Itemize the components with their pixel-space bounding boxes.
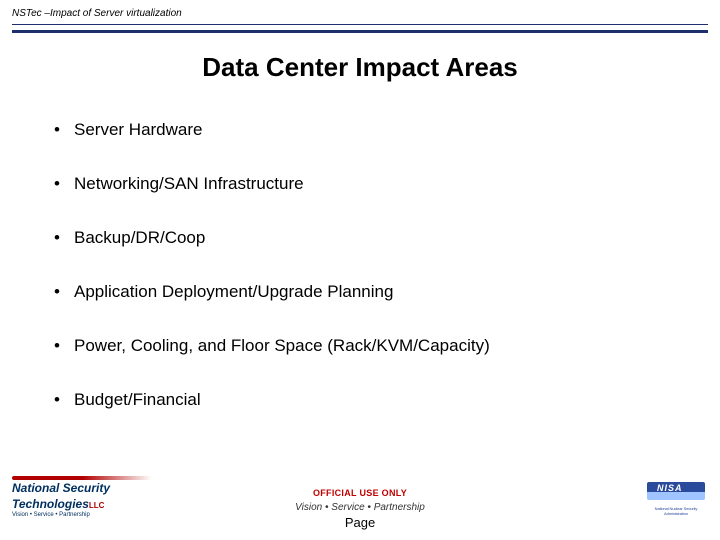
list-item: Server Hardware	[50, 120, 680, 140]
list-item: Backup/DR/Coop	[50, 228, 680, 248]
page-title: Data Center Impact Areas	[0, 52, 720, 83]
list-item: Power, Cooling, and Floor Space (Rack/KV…	[50, 336, 680, 356]
header-rule	[12, 24, 708, 33]
footer: OFFICIAL USE ONLY Vision • Service • Par…	[0, 488, 720, 530]
footer-tagline: Vision • Service • Partnership	[0, 502, 720, 513]
bullet-list: Server Hardware Networking/SAN Infrastru…	[50, 120, 680, 410]
header-label: NSTec –Impact of Server virtualization	[12, 8, 182, 19]
content-area: Server Hardware Networking/SAN Infrastru…	[50, 120, 680, 444]
list-item: Budget/Financial	[50, 390, 680, 410]
footer-official: OFFICIAL USE ONLY	[0, 488, 720, 498]
list-item: Application Deployment/Upgrade Planning	[50, 282, 680, 302]
logo-swoosh-icon	[12, 476, 152, 480]
footer-page: Page	[0, 515, 720, 530]
list-item: Networking/SAN Infrastructure	[50, 174, 680, 194]
slide: NSTec –Impact of Server virtualization D…	[0, 0, 720, 540]
